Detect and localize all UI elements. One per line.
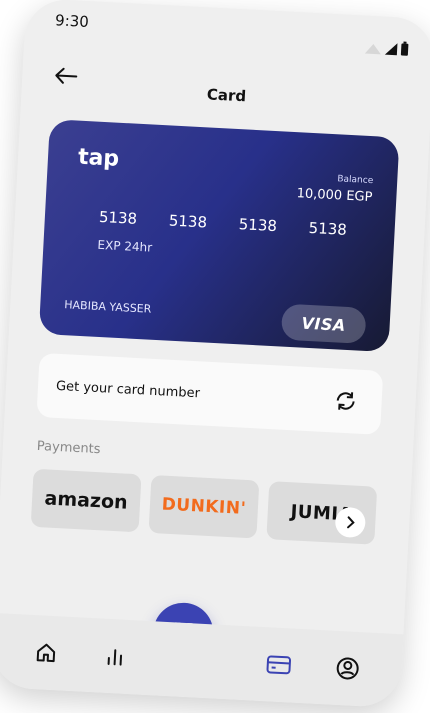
chevron-right-icon (347, 516, 355, 529)
tab-profile[interactable] (329, 651, 365, 687)
bottom-tab-bar (0, 612, 404, 709)
card-brand: tap (77, 144, 120, 172)
user-icon (336, 657, 359, 680)
balance-value: 10,000 EGP (296, 186, 373, 206)
card-number-group-3: 5138 (238, 215, 278, 236)
merchant-carousel: amazon DUNKIN' JUMIA (30, 468, 393, 558)
get-card-number-button[interactable]: Get your card number (36, 352, 384, 435)
tab-spacer (166, 642, 228, 679)
wifi-icon (364, 43, 382, 55)
card-holder-name: HABIBA YASSER (63, 298, 152, 316)
card-icon (266, 655, 291, 675)
merchant-dunkin-label: DUNKIN' (161, 494, 247, 519)
page-title: Card (206, 85, 247, 106)
card-expiry: EXP 24hr (97, 237, 153, 255)
tab-home[interactable] (29, 635, 65, 671)
tab-card[interactable] (261, 647, 297, 683)
payments-title: Payments (36, 438, 101, 458)
battery-icon (400, 43, 409, 56)
payment-card[interactable]: tap Balance 10,000 EGP 5138 5138 5138 51… (38, 119, 400, 353)
card-number-group-1: 5138 (98, 207, 138, 228)
merchant-dunkin[interactable]: DUNKIN' (148, 474, 260, 539)
card-number-group-4: 5138 (308, 218, 348, 239)
signal-icon (384, 42, 398, 56)
phone-frame: 9:30 Card tap Balance 10,000 EGP 5138 51… (0, 0, 430, 709)
status-time: 9:30 (54, 11, 90, 32)
merchant-amazon-label: amazon (44, 487, 129, 514)
home-icon (37, 643, 56, 663)
refresh-icon[interactable] (333, 388, 358, 413)
get-card-number-label: Get your card number (55, 378, 201, 401)
visa-badge[interactable]: VISA (280, 303, 367, 344)
tab-stats[interactable] (97, 638, 133, 674)
merchant-amazon[interactable]: amazon (30, 468, 142, 533)
balance-label: Balance (337, 174, 374, 187)
status-icons (364, 42, 409, 56)
card-number-group-2: 5138 (168, 211, 208, 232)
chart-icon (107, 649, 123, 666)
